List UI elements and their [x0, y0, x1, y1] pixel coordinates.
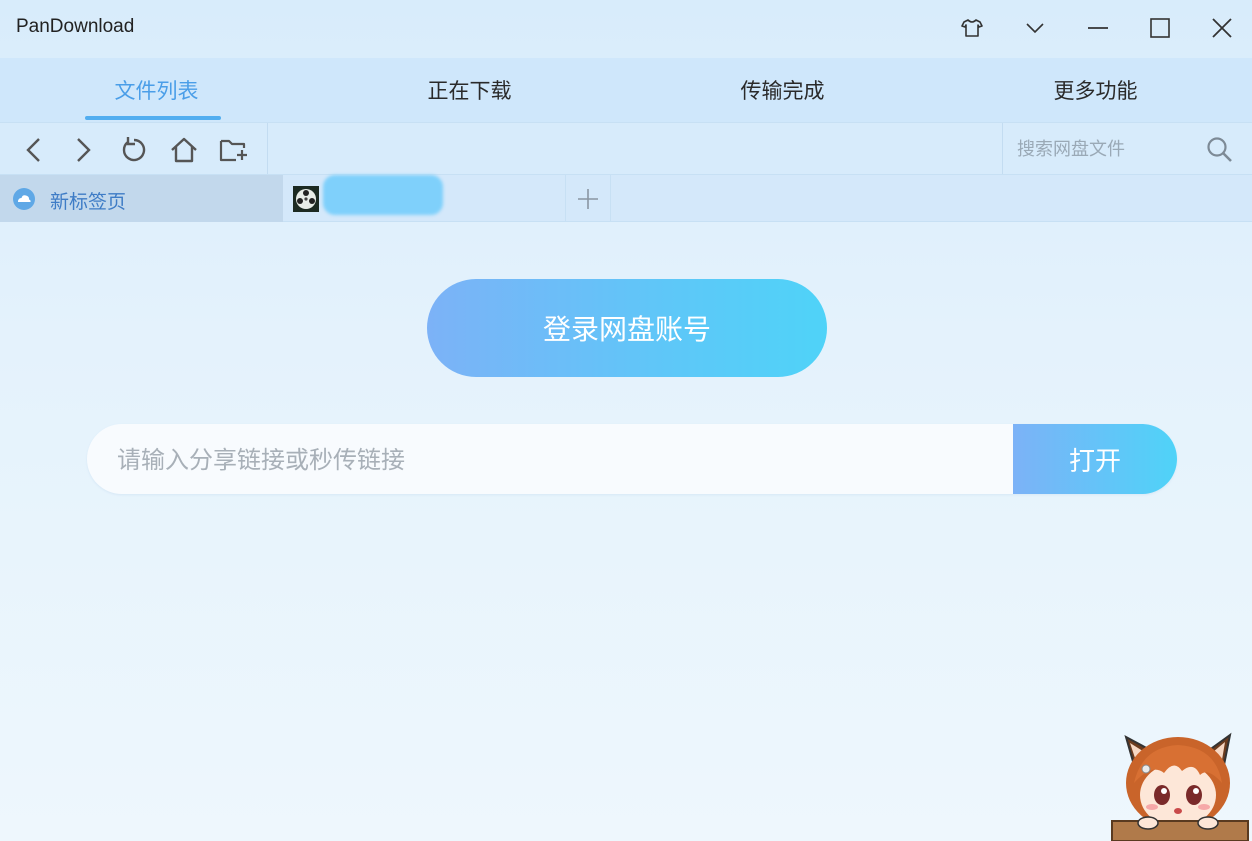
minimize-icon	[1088, 27, 1108, 29]
tab-more-features[interactable]: 更多功能	[939, 58, 1252, 122]
refresh-icon	[122, 137, 146, 162]
tab-completed[interactable]: 传输完成	[626, 58, 939, 122]
plus-icon	[578, 188, 598, 209]
minimize-button[interactable]	[1078, 10, 1118, 46]
open-button[interactable]: 打开	[1013, 424, 1177, 494]
home-icon	[171, 137, 197, 163]
tab-downloading[interactable]: 正在下载	[313, 58, 626, 122]
close-icon	[1212, 18, 1232, 38]
login-account-button[interactable]: 登录网盘账号	[427, 279, 827, 377]
new-folder-icon	[219, 139, 247, 162]
home-button[interactable]	[167, 133, 201, 167]
tab-file-list[interactable]: 文件列表	[0, 58, 313, 122]
file-tab-label: 新标签页	[50, 191, 127, 213]
forward-arrow-icon	[77, 138, 91, 162]
mascot-image	[1111, 732, 1249, 841]
cloud-icon	[13, 188, 35, 210]
forward-button[interactable]	[66, 133, 100, 167]
title-bar: PanDownload	[0, 0, 1252, 58]
dropdown-button[interactable]	[1015, 10, 1055, 46]
file-tab-user[interactable]	[283, 175, 566, 222]
search-icon[interactable]	[1205, 135, 1235, 165]
redacted-username	[323, 175, 443, 215]
close-button[interactable]	[1202, 10, 1242, 46]
toolbar-divider	[267, 123, 268, 175]
back-arrow-icon	[26, 138, 40, 162]
main-nav: 文件列表 正在下载 传输完成 更多功能	[0, 58, 1252, 122]
share-link-input[interactable]	[117, 442, 997, 478]
file-tab-new[interactable]: 新标签页	[0, 175, 283, 222]
toolbar	[0, 122, 1252, 175]
file-tabs-bar: 新标签页	[0, 174, 1252, 222]
new-folder-button[interactable]	[217, 133, 251, 167]
skin-icon	[961, 19, 983, 37]
search-input[interactable]	[1017, 136, 1197, 162]
back-button[interactable]	[17, 133, 51, 167]
avatar-icon	[293, 186, 319, 212]
add-tab-button[interactable]	[566, 175, 611, 222]
app-window: PanDownload 文件列表 正在下载 传输完成 更多功能 搜索网盘文件 新…	[0, 0, 1252, 841]
maximize-icon	[1150, 18, 1170, 38]
search-box	[1002, 123, 1252, 175]
maximize-button[interactable]	[1140, 10, 1180, 46]
chevron-down-icon	[1026, 23, 1044, 34]
refresh-button[interactable]	[117, 133, 151, 167]
skin-button[interactable]	[952, 10, 992, 46]
share-link-bar: 打开	[87, 424, 1177, 494]
app-title: PanDownload	[16, 16, 135, 37]
active-tab-indicator	[85, 116, 221, 120]
